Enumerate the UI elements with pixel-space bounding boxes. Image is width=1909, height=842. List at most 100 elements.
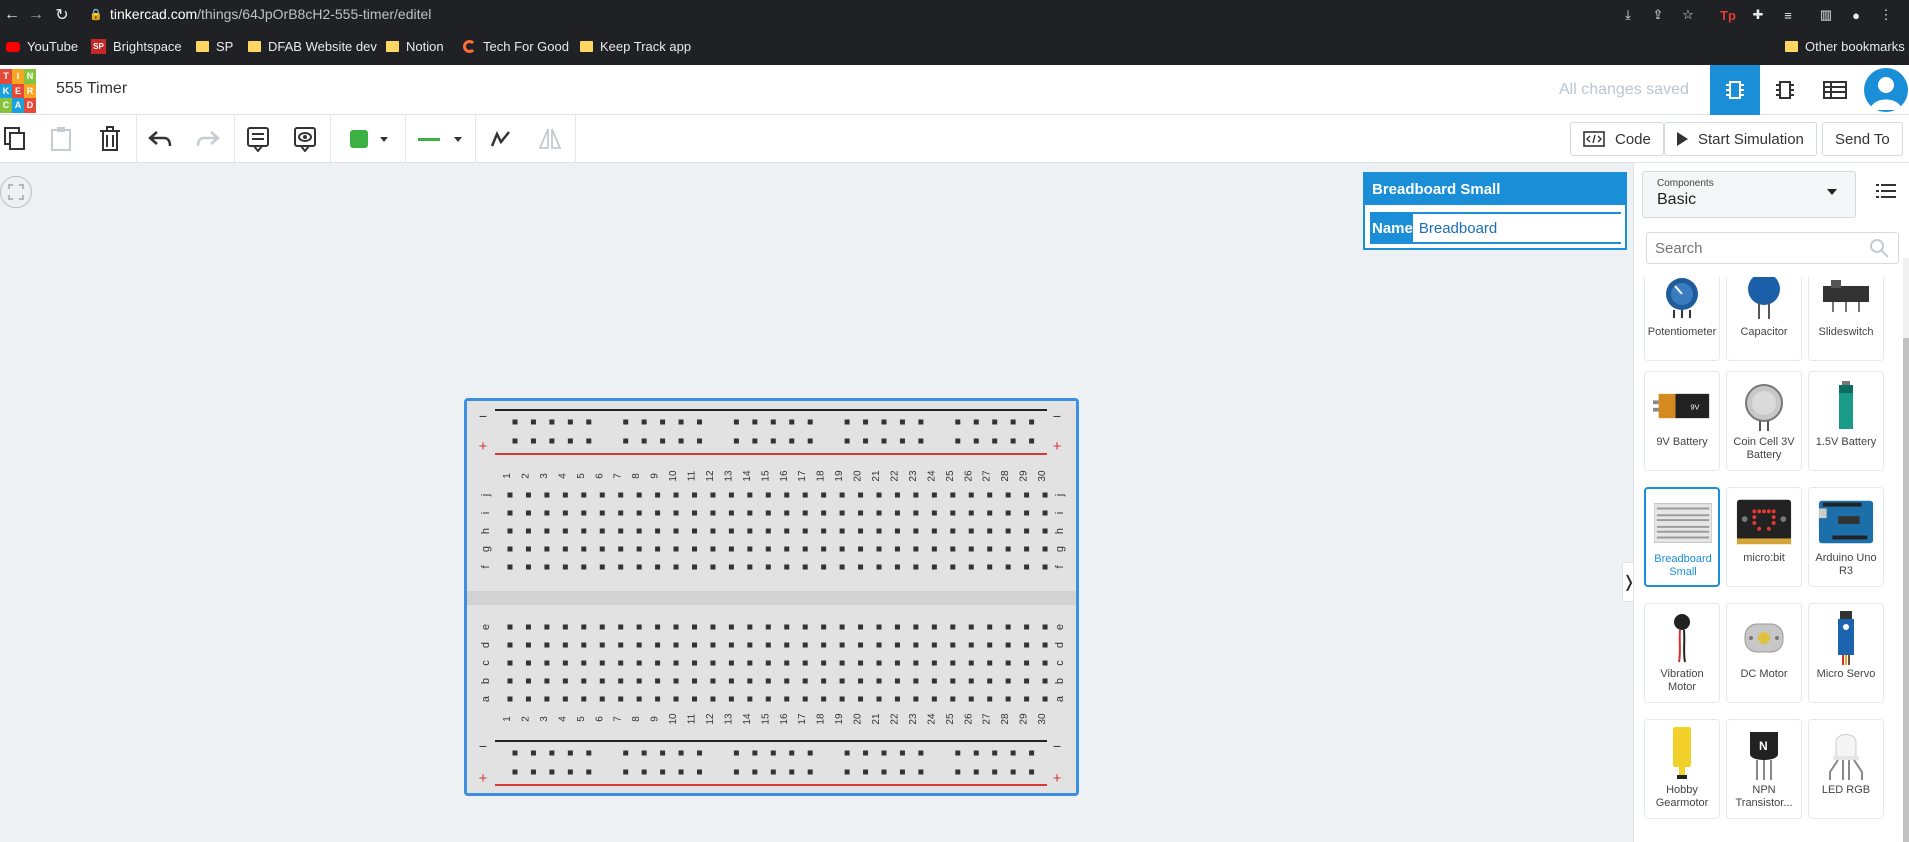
hole	[894, 546, 900, 552]
hole	[655, 624, 661, 630]
component-9v-battery[interactable]: 9V 9V Battery	[1644, 371, 1720, 471]
hole	[913, 510, 919, 516]
component-list-button[interactable]	[1810, 65, 1860, 115]
components-select[interactable]: Components Basic	[1642, 171, 1856, 218]
rail-hole	[530, 419, 536, 425]
star-icon[interactable]: ☆	[1678, 5, 1698, 25]
hole	[876, 528, 882, 534]
notes-button[interactable]	[243, 115, 273, 163]
hole	[562, 624, 568, 630]
row-letter: e	[1054, 624, 1066, 630]
hole	[839, 678, 845, 684]
sidepanel-icon[interactable]: ▥	[1816, 5, 1836, 25]
component-microbit[interactable]: micro:bit	[1726, 487, 1802, 587]
rail-hole	[973, 438, 979, 444]
wire-type-picker[interactable]	[412, 115, 468, 163]
install-icon[interactable]: ⤓	[1618, 5, 1638, 25]
breadboard-small[interactable]: − − + + − − + +1 1 2 2 3 3 4 4 5 5 6 6 7 7 8 8 9 9 10 10 11 11 12 12 13…	[464, 398, 1079, 796]
rotate-button[interactable]	[485, 115, 515, 163]
search-icon[interactable]	[1868, 237, 1890, 259]
copy-icon	[4, 127, 25, 150]
zoom-to-fit-button[interactable]	[0, 176, 32, 208]
bookmark-brightspace[interactable]: SP Brightspace	[91, 39, 182, 54]
component-led-rgb[interactable]: LED RGB	[1808, 719, 1884, 819]
reload-icon[interactable]: ↻	[50, 0, 74, 29]
hole	[876, 660, 882, 666]
queue-icon[interactable]: ≡	[1778, 5, 1798, 25]
bookmark-sp[interactable]: SP	[196, 39, 233, 54]
paste-button[interactable]	[46, 115, 76, 163]
share-icon[interactable]: ⇪	[1648, 5, 1668, 25]
hole	[802, 528, 808, 534]
component-capacitor[interactable]: Capacitor	[1726, 277, 1802, 361]
menu-icon[interactable]: ⋮	[1876, 5, 1896, 25]
rail-hole	[623, 769, 629, 775]
profile-icon[interactable]: ●	[1846, 5, 1866, 25]
chip-icon	[1776, 81, 1794, 99]
column-number: 23	[908, 713, 919, 725]
component-dc-motor[interactable]: DC Motor	[1726, 603, 1802, 703]
component-potentiometer[interactable]: Potentiometer	[1644, 277, 1720, 361]
hole	[968, 510, 974, 516]
column-number: 29	[1019, 470, 1030, 482]
copy-button[interactable]	[0, 115, 30, 163]
hole	[581, 510, 587, 516]
chevron-down-icon	[379, 136, 388, 142]
bookmark-other[interactable]: Other bookmarks	[1785, 39, 1905, 54]
avatar[interactable]	[1864, 68, 1908, 112]
redo-button[interactable]	[193, 115, 223, 163]
schematic-view-button[interactable]	[1760, 65, 1810, 115]
hole	[692, 492, 697, 498]
rail-hole	[512, 769, 518, 775]
list-view-button[interactable]	[1876, 183, 1896, 204]
breadboard-icon	[1654, 497, 1712, 549]
hole	[858, 510, 864, 516]
component-npn-transistor[interactable]: N NPN Transistor...	[1726, 719, 1802, 819]
panel-scrollbar[interactable]	[1903, 258, 1909, 842]
send-to-button[interactable]: Send To	[1822, 122, 1903, 156]
column-number: 2	[520, 473, 531, 479]
component-arduino-uno[interactable]: Arduino Uno R3	[1808, 487, 1884, 587]
hole	[710, 696, 716, 702]
component-slideswitch[interactable]: Slideswitch	[1808, 277, 1884, 361]
hole	[950, 564, 956, 570]
hole	[673, 564, 679, 570]
hole	[544, 642, 550, 648]
tinkercad-logo[interactable]: T I N K E R C A D	[0, 69, 36, 113]
browser-toolbar: ← → ↻ 🔒 tinkercad.com/things/64JpOrB8cH2…	[0, 0, 1909, 29]
hole	[673, 660, 679, 666]
circuit-view-button[interactable]	[1710, 65, 1760, 115]
bookmark-youtube[interactable]: YouTube	[6, 39, 78, 54]
name-field[interactable]	[1412, 214, 1624, 242]
delete-button[interactable]	[95, 115, 125, 163]
puzzle-icon[interactable]: ✚	[1748, 5, 1768, 25]
design-title[interactable]: 555 Timer	[56, 80, 127, 98]
address-bar[interactable]: tinkercad.com/things/64JpOrB8cH2-555-tim…	[110, 6, 431, 22]
back-icon[interactable]: ←	[0, 0, 24, 29]
hole	[655, 546, 661, 552]
undo-icon	[148, 131, 172, 147]
bookmark-notion[interactable]: Notion	[386, 39, 444, 54]
flip-button[interactable]	[535, 115, 565, 163]
start-simulation-button[interactable]: Start Simulation	[1664, 122, 1817, 156]
hole	[507, 678, 513, 684]
search-input[interactable]	[1647, 239, 1868, 257]
component-breadboard-small[interactable]: Breadboard Small	[1644, 487, 1720, 587]
component-hobby-gearmotor[interactable]: Hobby Gearmotor	[1644, 719, 1720, 819]
extension-tp-icon[interactable]: Tp	[1718, 5, 1738, 25]
notes-visibility-button[interactable]	[290, 115, 320, 163]
component-coin-cell[interactable]: Coin Cell 3V Battery	[1726, 371, 1802, 471]
undo-button[interactable]	[145, 115, 175, 163]
rail-hole	[733, 438, 739, 444]
forward-icon[interactable]: →	[24, 0, 48, 29]
bookmark-keeptrack[interactable]: Keep Track app	[580, 39, 691, 54]
scrollbar-thumb[interactable]	[1903, 338, 1909, 842]
component-micro-servo[interactable]: Micro Servo	[1808, 603, 1884, 703]
component-1-5v-battery[interactable]: 1.5V Battery	[1808, 371, 1884, 471]
bookmark-techforgood[interactable]: Tech For Good	[463, 39, 569, 54]
bookmark-dfab[interactable]: DFAB Website dev	[248, 39, 377, 54]
component-vibration-motor[interactable]: Vibration Motor	[1644, 603, 1720, 703]
code-button[interactable]: Code	[1570, 122, 1664, 156]
color-picker[interactable]	[340, 115, 397, 163]
vibration-motor-icon	[1653, 612, 1711, 664]
